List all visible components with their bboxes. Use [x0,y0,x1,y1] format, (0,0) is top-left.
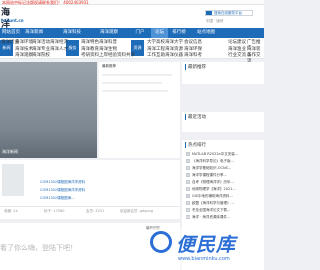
search-label: 搜索在线服务平台 [214,11,242,15]
hot-item[interactable]: 9 冬至全国海洋论文下载... [186,208,230,213]
subnav-link[interactable]: 会议信息 [184,40,202,46]
featured-line [102,82,162,84]
hot-item[interactable]: 6 地球物理学【海洋】2021... [186,187,236,192]
featured-title: 最新推荐 [102,64,116,68]
site-header: 海洋论坛 hailunt.cn 搜索在线服务平台 中国 · 版块 [0,5,264,54]
subnav-link[interactable]: 海洋科考 [184,53,202,59]
rank-badge: 2 [186,159,190,163]
subnav-link[interactable]: 海洋仪器 [165,53,183,59]
watermark-logo-icon [150,231,172,253]
rank-badge: 4 [186,173,190,177]
hot-item[interactable]: 1 MATLAB R2022a中文安装... [186,152,238,157]
hot-item[interactable]: 10 海洋 · 海洋资源库课件... [186,215,230,220]
sidebar-block-recommend: 最新推荐 [182,62,264,84]
subnav-link[interactable]: 海洋科普 [99,40,117,46]
banner-slideshow[interactable]: 海洋新闻 [0,62,97,158]
rank-badge: 5 [186,180,190,184]
subnav-link[interactable]: 海洋观察 [15,53,33,59]
featured-line [102,90,168,92]
hot-item[interactable]: 7 GIS中地形辅助海洋资料... [186,194,233,199]
subnav-link[interactable]: 论坛建议 [228,40,246,46]
hot-item[interactable]: 4 海洋学课程课件分享... [186,173,227,178]
subnav-link[interactable]: 海洋人才 [50,47,68,53]
subnav-link[interactable]: 海洋活动 [32,40,50,46]
rank-badge: 8 [186,201,190,205]
rank-badge: 6 [186,187,190,191]
main-nav: 网站首页 海洋新闻 海洋科技 海洋观察 门户 论坛 排行榜 站点地图 [0,28,264,38]
card-caption[interactable]: COM1302课程图海洋学资料 [40,188,96,193]
hot-item[interactable]: 8 欧盟《海洋科学与管理》... [186,201,234,206]
search-icon[interactable] [206,11,212,15]
hot-item[interactable]: 2 《海洋科学导论》电子版... [186,159,234,164]
nav-item-tech[interactable]: 海洋科技 [60,28,84,38]
nav-item-forum[interactable]: 论坛 [151,28,168,38]
sidebar-block-activity: 最近活动 [182,112,264,132]
subnav-link[interactable]: 海洋环境 [15,40,33,46]
card-caption-tail[interactable]: COM1302课程图海... [40,196,96,201]
subnav-link[interactable]: 资料共享 [117,53,135,59]
rank-badge: 3 [186,166,190,170]
featured-panel: 最新推荐 [99,62,180,158]
rank-badge: 10 [186,215,190,219]
banner-caption: 海洋新闻 [2,149,18,154]
rank-badge: 9 [186,208,190,212]
watermark-overlay: 便民库 www.bianminku.com [150,228,264,270]
card-image[interactable] [2,164,24,196]
sidebar-block-title: 最近活动 [188,115,206,120]
subnav-link[interactable]: 大学高校 [147,40,165,46]
subnav-link[interactable]: 上岸经验 [99,53,117,59]
stat: 收藏: 24 [4,209,18,213]
nav-item-home[interactable]: 网站首页 [0,28,22,38]
block-accent [185,64,186,70]
sidebar-block-title: 最新推荐 [188,65,206,70]
nav-item-sitemap[interactable]: 站点地图 [194,28,218,38]
sidebar-block-title: 热点排行 [188,143,206,148]
subnav-link[interactable]: 行业交流 [228,53,246,59]
stat: 会员: 3251 [86,209,105,213]
nav-item-news[interactable]: 海洋新闻 [22,28,46,38]
hot-item[interactable]: 3 海洋学基础知识-OCNS... [186,166,231,171]
watermark-url: www.bianminku.com [178,256,230,262]
block-accent [185,142,186,148]
watermark-name: 便民库 [176,234,237,256]
rank-badge: 7 [186,194,190,198]
subnav-link[interactable]: 工作互助 [147,53,165,59]
hot-item[interactable]: 5 自考《物理海洋学》历年... [186,180,234,185]
nav-item-portal[interactable]: 门户 [132,28,148,38]
card-caption[interactable]: COM1302课程图海洋学资料 [40,180,96,185]
card-right[interactable]: COM1302课程图海洋学资料 COM1302课程图海洋学资料 COM1302课… [40,164,176,201]
subnav-link[interactable]: 海洋特色 [81,40,99,46]
login-tip[interactable]: 看了你么嗨，登陆下吧！ [0,243,77,253]
subnav-link[interactable]: 考研资料 [81,53,99,59]
nav-item-ranking[interactable]: 排行榜 [170,28,188,38]
subnav-link[interactable]: 海洋经济 [50,40,68,46]
card-panel: COM1302课程图海洋学资料 COM1302课程图海洋学资料 COM1302课… [0,160,180,219]
rank-badge: 1 [186,152,190,156]
nav-item-observe[interactable]: 海洋观察 [97,28,121,38]
stat: 帖子: 17560 [44,209,65,213]
featured-line [102,74,172,76]
subnav-link[interactable]: 海洋大学 [165,40,183,46]
header-extra: 中国 · 版块 [206,19,224,23]
search-box[interactable]: 搜索在线服务平台 [205,10,253,16]
stat: 欢迎新会员: gdgong [120,209,154,213]
category-nav: 新闻 服务 资源 海洋行业 海洋环境 海洋活动 海洋经济 海洋特色 海洋科普 大… [0,38,264,64]
divider [0,206,180,207]
subnav-link[interactable]: 海洋院校 [32,53,50,59]
block-accent [185,114,186,120]
card-left[interactable] [2,164,28,198]
site-domain: hailunt.cn [1,18,24,23]
